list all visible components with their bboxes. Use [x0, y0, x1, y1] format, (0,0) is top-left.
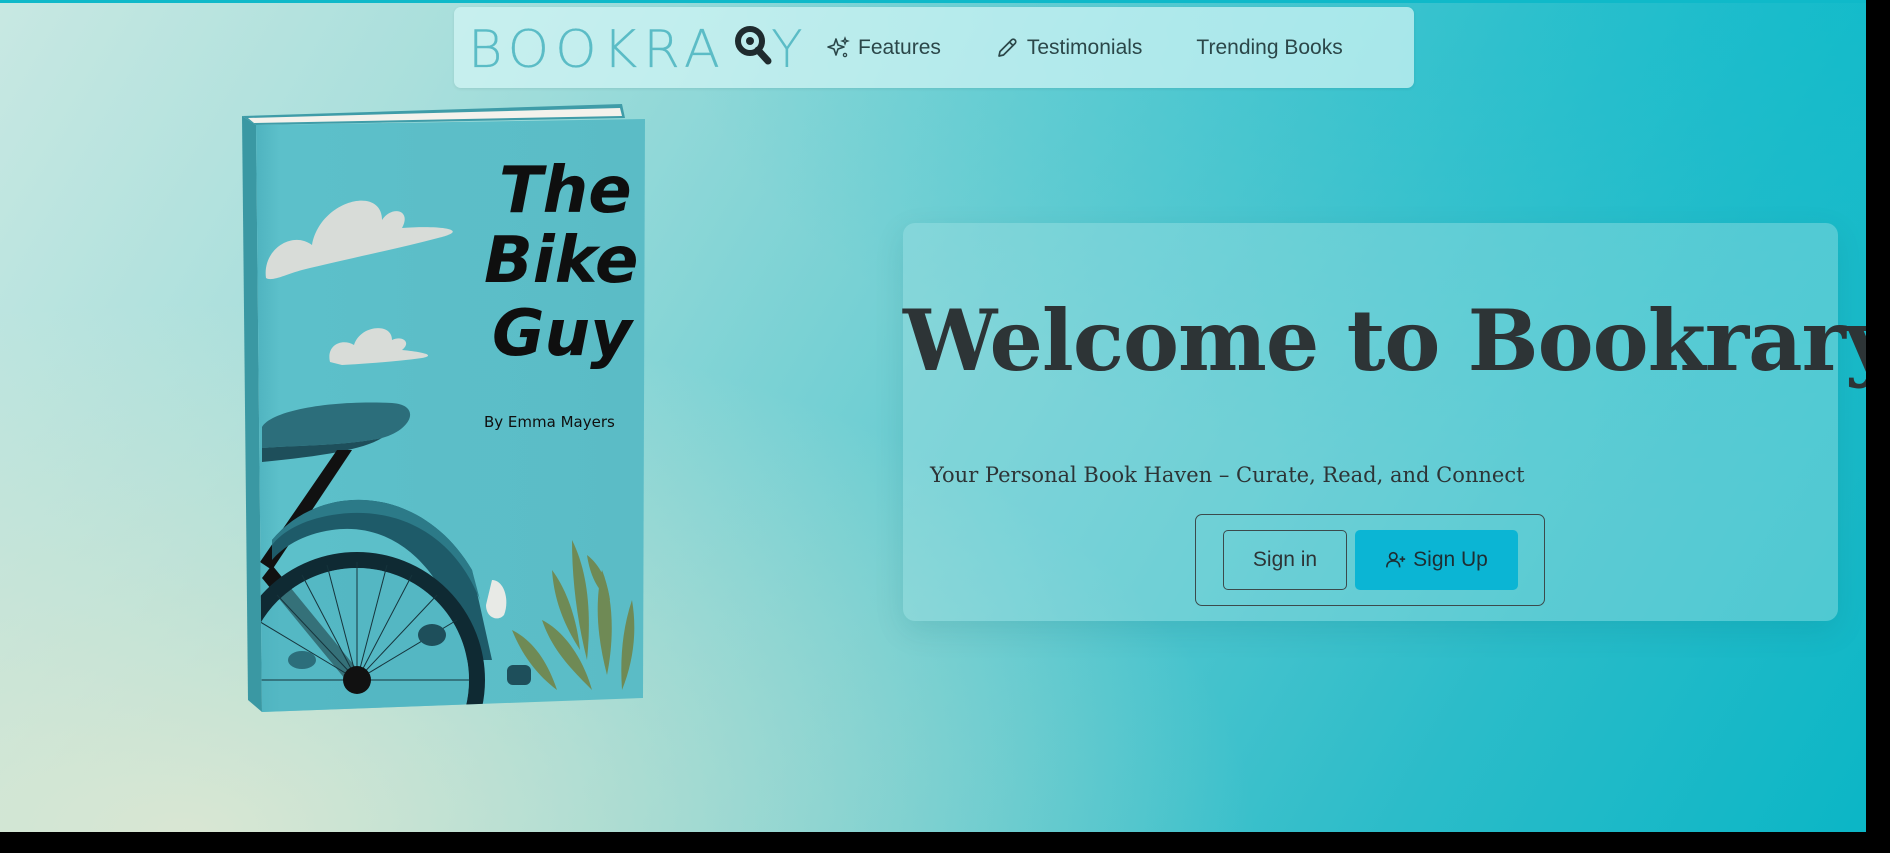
hero-tagline: Your Personal Book Haven – Curate, Read,… [930, 463, 1525, 487]
user-plus-icon [1386, 551, 1406, 568]
book-cover-image: The Bike Guy By Emma Mayers [242, 104, 645, 712]
sign-up-label: Sign Up [1413, 548, 1488, 571]
nav-trending-books-link[interactable]: Trending Books [1196, 36, 1342, 60]
nav-features-link[interactable]: Features [826, 36, 941, 60]
book-title-line2: Bike [484, 224, 638, 298]
top-strip [0, 0, 1866, 3]
book-author: By Emma Mayers [484, 413, 615, 431]
nav-features-label: Features [858, 35, 941, 59]
sparkles-icon [827, 35, 850, 57]
hero-card: Welcome to Bookrary Your Personal Book H… [903, 223, 1866, 621]
auth-button-group: Sign in Sign Up [1195, 514, 1545, 606]
page-background: BOOKRA Y Features Testimonials Trending … [0, 0, 1866, 832]
logo-text-suffix: Y [771, 21, 802, 73]
hero-heading: Welcome to Bookrary [903, 291, 1866, 390]
nav-links: Features Testimonials Trending Books [826, 7, 1397, 88]
nav-testimonials-link[interactable]: Testimonials [995, 35, 1143, 60]
sign-in-label: Sign in [1252, 548, 1318, 571]
sign-up-button[interactable]: Sign Up [1355, 530, 1518, 590]
book-title-line1: The [499, 154, 632, 228]
brand-logo[interactable]: BOOKRA Y [468, 17, 802, 77]
magnifier-icon [735, 26, 772, 65]
logo-text-prefix: BOOKRA [468, 21, 726, 73]
pencil-icon [998, 38, 1017, 57]
nav-trending-books-label: Trending Books [1196, 35, 1343, 59]
nav-testimonials-label: Testimonials [1026, 35, 1143, 59]
navbar: BOOKRA Y Features Testimonials Trending … [454, 7, 1414, 88]
logo-wordmark: BOOKRA Y [468, 21, 802, 73]
book-title-line3: Guy [492, 297, 634, 371]
sign-in-button[interactable]: Sign in [1223, 530, 1347, 590]
